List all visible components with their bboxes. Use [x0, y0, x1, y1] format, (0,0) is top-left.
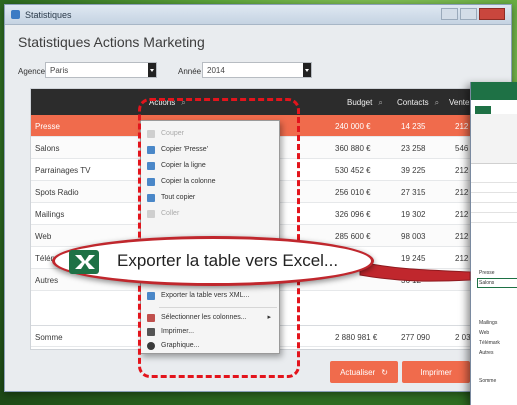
excel-icon — [69, 250, 99, 274]
export-excel-callout[interactable]: Exporter la table vers Excel... — [52, 236, 374, 286]
callout-label: Exporter la table vers Excel... — [117, 251, 339, 270]
callout-arrow — [359, 261, 471, 282]
